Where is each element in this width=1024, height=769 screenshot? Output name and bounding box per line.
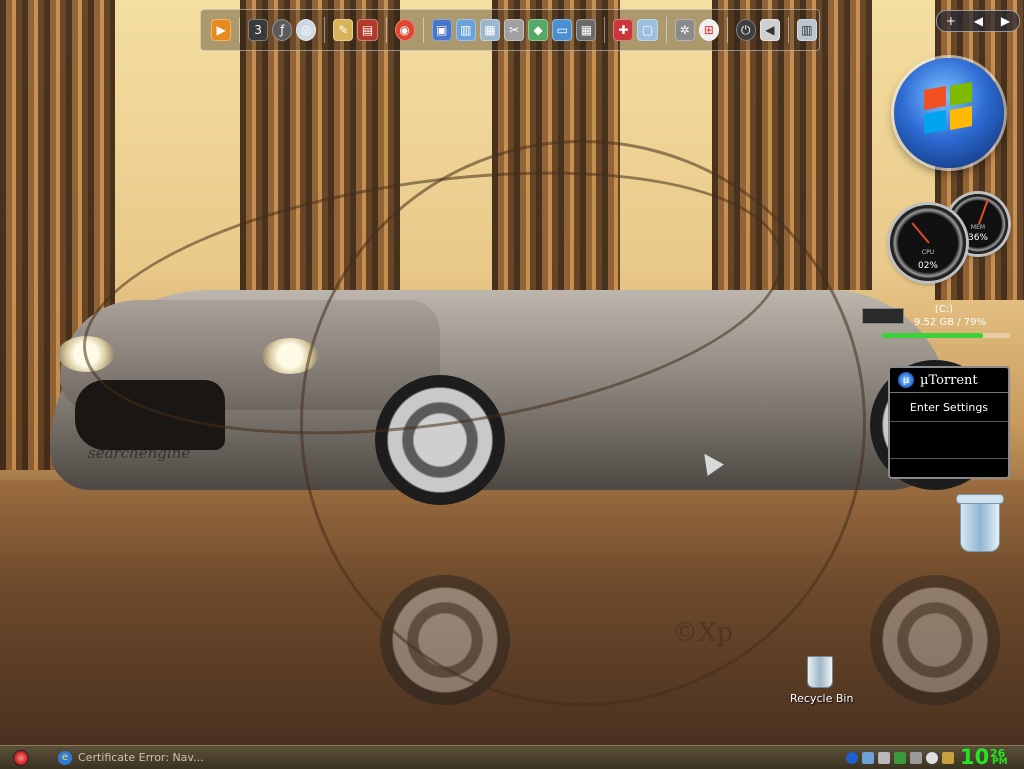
- windows-logo-icon[interactable]: ⊞: [698, 19, 719, 41]
- drive-meter-gadget[interactable]: (C:) 9.52 GB / 79%: [862, 304, 1012, 344]
- dock-separator: [385, 17, 387, 43]
- paint-palette-icon[interactable]: ✎: [333, 19, 354, 41]
- windows-flag-blue: [924, 110, 946, 134]
- power-icon[interactable]: ⏻: [735, 19, 756, 41]
- internet-explorer-icon: e: [58, 750, 72, 765]
- cpu-gauge-label: CPU: [921, 249, 935, 256]
- cpu-gauge-needle: [911, 222, 930, 244]
- windows-flag-red: [924, 86, 946, 110]
- books-icon[interactable]: ▤: [357, 19, 378, 41]
- taskbar-clock[interactable]: 10 26 PM: [960, 745, 1020, 769]
- quick-launch-dock: ▶ 3 ƒ ◎ ✎ ▤ ◉ ▣ ▥ ▦ ✂ ◆ ▭ ▦ ✚ ▢ ✲ ⊞ ⏻ ◀ …: [200, 9, 820, 51]
- wallpaper-car-text: searchengine: [88, 444, 191, 462]
- drive-name: (C:): [934, 304, 954, 315]
- utorrent-title: µTorrent: [920, 372, 978, 388]
- taskbar-item-ie[interactable]: e Certificate Error: Nav...: [58, 748, 208, 767]
- start-orb-gadget[interactable]: [894, 58, 1004, 168]
- monitor-icon[interactable]: ▭: [552, 19, 573, 41]
- memory-gauge-needle: [978, 199, 989, 225]
- keyboard-icon[interactable]: ▦: [576, 19, 597, 41]
- utorrent-gadget: µ µTorrent Enter Settings: [888, 366, 1010, 479]
- computer-icon[interactable]: ▣: [431, 19, 452, 41]
- desktop-wallpaper: searchengine ©Xp: [0, 0, 1024, 768]
- media-player-icon[interactable]: ▶: [211, 19, 232, 41]
- tools-icon[interactable]: ✚: [613, 19, 634, 41]
- utorrent-enter-settings[interactable]: Enter Settings: [890, 393, 1008, 422]
- next-icon[interactable]: ▶: [1001, 14, 1010, 28]
- flash-icon[interactable]: ƒ: [272, 19, 293, 41]
- clock-ampm: PM: [992, 757, 1008, 767]
- desktop-recycle-bin[interactable]: Recycle Bin: [790, 656, 854, 705]
- dock-separator: [239, 17, 241, 43]
- recycle-bin-label: Recycle Bin: [790, 692, 854, 705]
- start-button[interactable]: [14, 751, 28, 765]
- utorrent-logo-icon: µ: [898, 372, 914, 388]
- safely-remove-tray-icon[interactable]: [910, 751, 922, 764]
- dock-separator: [324, 17, 326, 43]
- recycle-bin-can: [960, 500, 1000, 552]
- recycle-bin-gadget-icon[interactable]: [956, 494, 1004, 552]
- wand-tray-icon[interactable]: [942, 751, 954, 764]
- previous-icon[interactable]: ◀: [974, 14, 983, 28]
- add-gadget-icon[interactable]: +: [946, 14, 956, 28]
- network-tray-icon[interactable]: [862, 751, 874, 764]
- windows-flag-green: [950, 82, 972, 106]
- trash-icon[interactable]: ▥: [796, 19, 817, 41]
- window-icon[interactable]: ▢: [637, 19, 658, 41]
- system-tray: [844, 748, 960, 767]
- clock-tray-icon[interactable]: [926, 751, 938, 764]
- cpu-gauge[interactable]: CPU 02%: [890, 205, 966, 281]
- dock-separator: [422, 17, 424, 43]
- update-tray-icon[interactable]: [894, 751, 906, 764]
- drive-usage-fill: [882, 333, 984, 338]
- wallpaper-watermark: ©Xp: [672, 618, 734, 648]
- chrome-like-icon[interactable]: ◉: [394, 19, 415, 41]
- sidebar-control-bar: + ◀ ▶: [936, 10, 1020, 32]
- taskbar: e Certificate Error: Nav... 10 26 PM: [0, 745, 1024, 769]
- dock-separator: [787, 17, 789, 43]
- utorrent-row: [890, 422, 1008, 459]
- drive-usage-bar: [882, 333, 1010, 338]
- notepad-icon[interactable]: ▦: [479, 19, 500, 41]
- disc-burner-icon[interactable]: ◎: [296, 19, 317, 41]
- wallpaper-wheel-reflection: [870, 575, 1000, 705]
- dock-separator: [665, 17, 667, 43]
- taskbar-item-label: Certificate Error: Nav...: [78, 751, 204, 764]
- utorrent-header: µ µTorrent: [890, 368, 1008, 393]
- network-icon[interactable]: ✲: [674, 19, 695, 41]
- recycle-bin-lid: [956, 494, 1004, 504]
- recycle-bin-icon: [807, 656, 833, 688]
- scissors-icon[interactable]: ✂: [503, 19, 525, 41]
- drive-chip-icon: [862, 308, 904, 324]
- flowchart-icon[interactable]: ◆: [528, 19, 549, 41]
- dock-separator: [604, 17, 606, 43]
- volume-icon[interactable]: ◀: [759, 19, 780, 41]
- clapperboard-321-icon[interactable]: 3: [248, 19, 269, 41]
- drive-usage-text: 9.52 GB / 79%: [914, 317, 987, 328]
- volume-tray-icon[interactable]: [878, 751, 890, 764]
- windows-flag-yellow: [950, 106, 972, 130]
- clock-hour: 10: [960, 745, 990, 769]
- utorrent-row: [890, 459, 1008, 479]
- cpu-gauge-value: 02%: [917, 261, 938, 271]
- document-icon[interactable]: ▥: [455, 19, 476, 41]
- utorrent-tray-icon[interactable]: [846, 751, 858, 764]
- dock-separator: [726, 17, 728, 43]
